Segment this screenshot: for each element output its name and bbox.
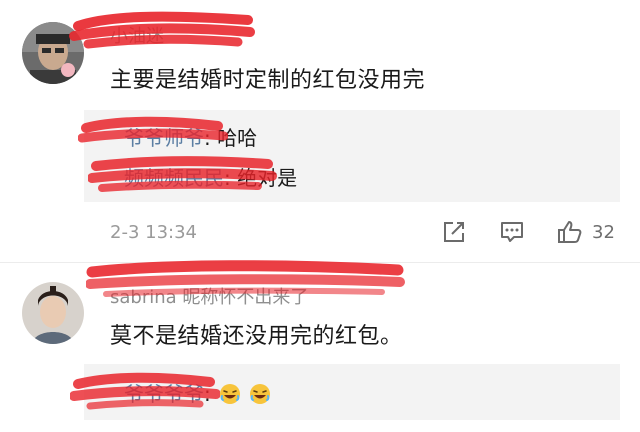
- comment-timestamp: 2-3 13:34: [110, 222, 197, 243]
- avatar-image: [22, 22, 84, 84]
- reply-item[interactable]: 爷爷爷爷:: [124, 378, 271, 407]
- reply-panel[interactable]: 爷爷师爷: 哈哈 频频频民民: 绝对是: [78, 110, 620, 202]
- reply-text: : 哈哈: [204, 126, 258, 150]
- comment-meta: 2-3 13:34 32: [110, 214, 620, 250]
- reply-username[interactable]: 爷爷爷爷: [124, 382, 204, 406]
- reply-username[interactable]: 爷爷师爷: [124, 126, 204, 150]
- like-count: 32: [592, 222, 615, 243]
- laughing-emoji-icon: [250, 384, 271, 404]
- thumbs-up-icon[interactable]: [556, 218, 584, 246]
- comment-icon[interactable]: [498, 218, 526, 246]
- comment-text: 主要是结婚时定制的红包没用完: [110, 68, 426, 93]
- comment-text: 莫不是结婚还没用完的红包。: [110, 324, 403, 349]
- share-icon[interactable]: [440, 218, 468, 246]
- reply-text: : 绝对是: [224, 166, 298, 190]
- comment-feed: 小油迷 主要是结婚时定制的红包没用完 爷爷师爷: 哈哈 频频频民民: 绝对是 2…: [0, 0, 640, 432]
- divider: [0, 262, 640, 263]
- avatar-image: [22, 282, 84, 344]
- reply-panel[interactable]: 爷爷爷爷:: [70, 364, 620, 420]
- reply-item[interactable]: 频频频民民: 绝对是: [124, 162, 297, 191]
- reply-text: :: [204, 382, 211, 406]
- comment-username[interactable]: 小油迷: [110, 22, 164, 48]
- laughing-emoji-icon: [220, 384, 241, 404]
- reply-item[interactable]: 爷爷师爷: 哈哈: [124, 122, 257, 151]
- reply-username[interactable]: 频频频民民: [124, 166, 224, 190]
- avatar[interactable]: [22, 22, 84, 84]
- comment-username[interactable]: sabrina 昵称怀不出来了: [110, 283, 308, 309]
- avatar[interactable]: [22, 282, 84, 344]
